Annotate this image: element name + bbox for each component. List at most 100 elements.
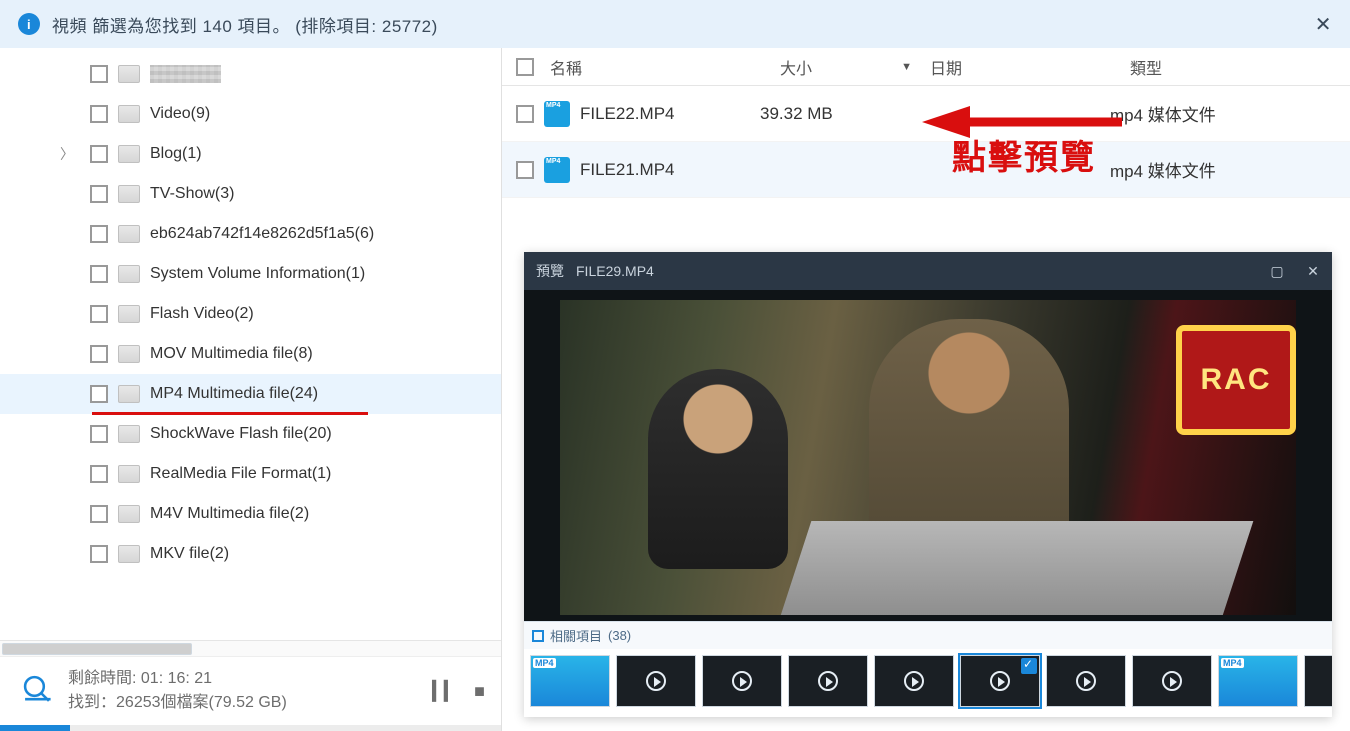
thumb-format-badge: MP4 [533, 658, 556, 668]
related-thumb[interactable] [616, 655, 696, 707]
remaining-time-value: 01: 16: 21 [141, 670, 212, 687]
row-checkbox[interactable] [516, 105, 534, 123]
tree-item[interactable]: TV-Show(3) [0, 174, 501, 214]
found-value: 26253個檔案(79.52 GB) [116, 694, 287, 711]
select-all-checkbox[interactable] [516, 58, 534, 76]
preview-maximize-icon[interactable]: ▢ [1270, 264, 1284, 278]
tree-item[interactable]: M4V Multimedia file(2) [0, 494, 501, 534]
play-icon [646, 671, 666, 691]
folder-tree[interactable]: Video(9) 〉Blog(1) TV-Show(3) eb624ab742f14e… [0, 48, 501, 640]
tree-item-label: TV-Show(3) [150, 185, 234, 203]
tree-item-label: ShockWave Flash file(20) [150, 425, 332, 443]
tree-item[interactable] [0, 54, 501, 94]
scan-status: 剩餘時間: 01: 16: 21 找到：26253個檔案(79.52 GB) ▎… [0, 656, 501, 725]
tree-item[interactable]: 〉Blog(1) [0, 134, 501, 174]
tree-horizontal-scrollbar[interactable] [0, 640, 501, 656]
related-thumb[interactable] [960, 655, 1040, 707]
tree-item-label: RealMedia File Format(1) [150, 465, 331, 483]
row-checkbox[interactable] [516, 161, 534, 179]
mp4-file-icon [544, 101, 570, 127]
related-thumbnails: MP4 MP4 [524, 649, 1332, 717]
tree-item-label: eb624ab742f14e8262d5f1a5(6) [150, 225, 374, 243]
banner-close-icon[interactable]: ✕ [1315, 12, 1332, 37]
column-name[interactable]: 名稱 [550, 55, 780, 79]
tree-checkbox[interactable] [90, 225, 108, 243]
folder-icon [118, 305, 140, 323]
tree-checkbox[interactable] [90, 385, 108, 403]
tree-checkbox[interactable] [90, 465, 108, 483]
selection-underline [92, 412, 368, 415]
related-thumb[interactable] [1132, 655, 1212, 707]
file-row[interactable]: FILE21.MP4 mp4 媒体文件 [502, 142, 1350, 198]
tree-item[interactable]: Flash Video(2) [0, 294, 501, 334]
file-name: FILE22.MP4 [580, 104, 675, 124]
column-size[interactable]: 大小▼ [780, 55, 930, 79]
play-icon [818, 671, 838, 691]
tree-item-label: MKV file(2) [150, 545, 229, 563]
preview-panel: 預覽 FILE29.MP4 ▢ ✕ RAC 相關項目 (38) MP4 MP4 [524, 252, 1332, 717]
tree-item[interactable]: System Volume Information(1) [0, 254, 501, 294]
tree-item-label [150, 65, 221, 83]
tree-item[interactable]: eb624ab742f14e8262d5f1a5(6) [0, 214, 501, 254]
tree-checkbox[interactable] [90, 265, 108, 283]
folder-tree-pane: Video(9) 〉Blog(1) TV-Show(3) eb624ab742f14e… [0, 48, 502, 731]
tree-checkbox[interactable] [90, 545, 108, 563]
banner-text: 視頻 篩選為您找到 140 項目。 (排除項目: 25772) [52, 12, 438, 37]
tree-item[interactable]: MKV file(2) [0, 534, 501, 574]
list-header: 名稱 大小▼ 日期 類型 [502, 48, 1350, 86]
stop-button[interactable]: ■ [474, 681, 485, 702]
tree-item[interactable]: MP4 Multimedia file(24) [0, 374, 501, 414]
tree-item-label: Video(9) [150, 105, 210, 123]
related-bar: 相關項目 (38) [524, 621, 1332, 649]
related-thumb[interactable] [788, 655, 868, 707]
tree-item-label: M4V Multimedia file(2) [150, 505, 309, 523]
tree-item[interactable]: ShockWave Flash file(20) [0, 414, 501, 454]
sort-caret-icon: ▼ [901, 61, 912, 73]
tree-checkbox[interactable] [90, 425, 108, 443]
folder-icon [118, 505, 140, 523]
file-name: FILE21.MP4 [580, 160, 675, 180]
play-icon [1076, 671, 1096, 691]
related-thumb[interactable] [874, 655, 954, 707]
tree-item-label: MP4 Multimedia file(24) [150, 385, 318, 403]
tree-item[interactable]: Video(9) [0, 94, 501, 134]
tree-checkbox[interactable] [90, 145, 108, 163]
thumb-checked-icon [1021, 658, 1037, 674]
related-checkbox-icon[interactable] [532, 630, 544, 642]
column-date[interactable]: 日期 [930, 55, 1130, 79]
preview-body[interactable]: RAC [524, 290, 1332, 621]
related-thumb[interactable] [702, 655, 782, 707]
info-icon: i [18, 13, 40, 35]
related-thumb[interactable]: MP4 [1218, 655, 1298, 707]
preview-title-prefix: 預覽 [536, 261, 564, 281]
scrollbar-thumb[interactable] [2, 643, 192, 655]
column-type[interactable]: 類型 [1130, 55, 1350, 79]
related-thumb[interactable] [1304, 655, 1332, 707]
related-thumb[interactable]: MP4 [530, 655, 610, 707]
folder-icon [118, 185, 140, 203]
preview-file-name: FILE29.MP4 [576, 263, 654, 279]
tree-checkbox[interactable] [90, 305, 108, 323]
tree-item[interactable]: RealMedia File Format(1) [0, 454, 501, 494]
tree-checkbox[interactable] [90, 345, 108, 363]
tree-checkbox[interactable] [90, 65, 108, 83]
folder-icon [118, 145, 140, 163]
tree-checkbox[interactable] [90, 505, 108, 523]
found-label: 找到： [68, 694, 116, 711]
tree-checkbox[interactable] [90, 105, 108, 123]
related-label: 相關項目 [550, 626, 602, 645]
file-type: mp4 媒体文件 [1110, 157, 1350, 182]
folder-icon [118, 425, 140, 443]
related-thumb[interactable] [1046, 655, 1126, 707]
tree-checkbox[interactable] [90, 185, 108, 203]
chevron-right-icon[interactable]: 〉 [60, 144, 74, 164]
folder-icon [118, 345, 140, 363]
folder-icon [118, 225, 140, 243]
file-type: mp4 媒体文件 [1110, 101, 1350, 126]
preview-close-icon[interactable]: ✕ [1306, 264, 1320, 278]
play-icon [732, 671, 752, 691]
pause-button[interactable]: ▎▎ [432, 681, 456, 702]
folder-icon [118, 65, 140, 83]
file-row[interactable]: FILE22.MP439.32 MBmp4 媒体文件 [502, 86, 1350, 142]
tree-item[interactable]: MOV Multimedia file(8) [0, 334, 501, 374]
